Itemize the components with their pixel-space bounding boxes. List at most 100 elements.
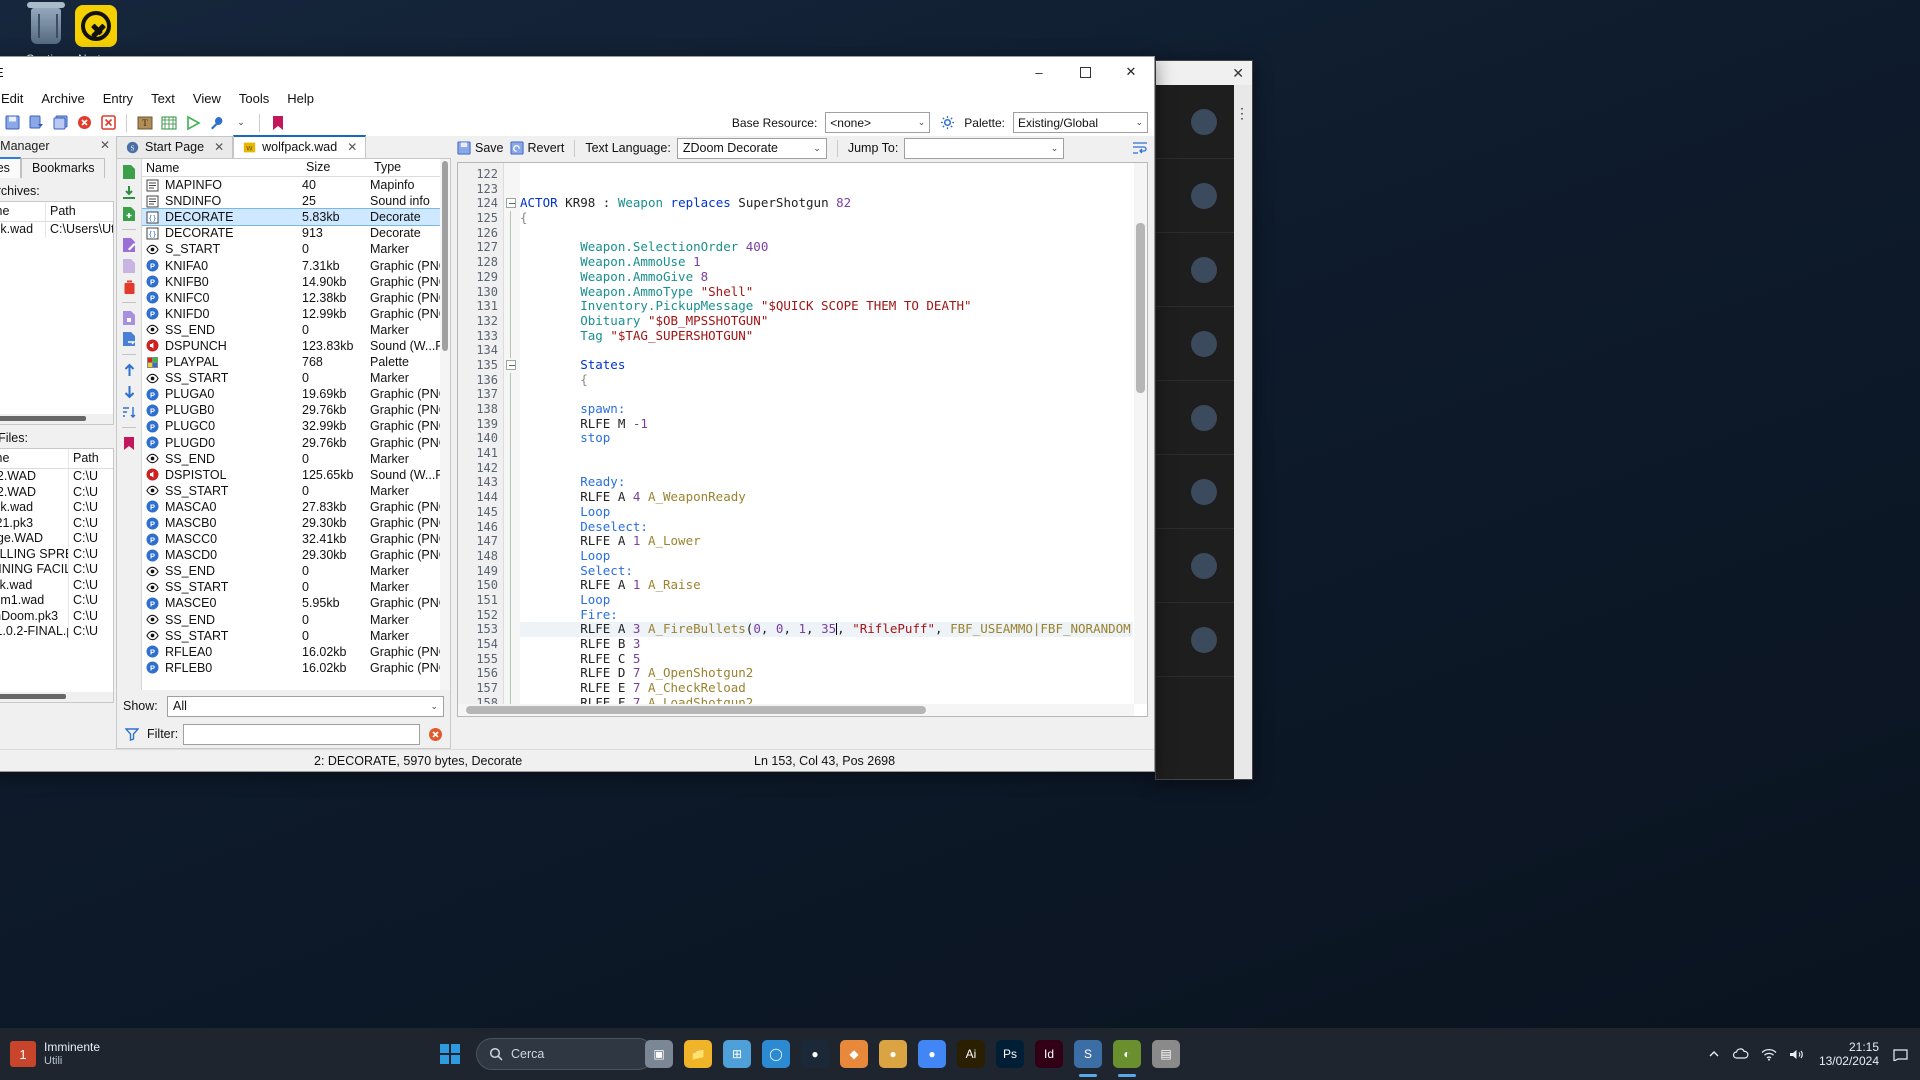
slade-window[interactable]: SLADE – ✕ File Edit Archive Entry Text V…	[0, 56, 1155, 772]
code-line[interactable]: Loop	[520, 548, 1133, 564]
table-row[interactable]: P PLUGB0 29.76kb Graphic (PNG)	[142, 402, 440, 418]
import-file-icon[interactable]	[120, 309, 138, 327]
table-row[interactable]: P KNIFC0 12.38kb Graphic (PNG)	[142, 290, 440, 306]
list-item[interactable]: wolfpack.wad C:\U	[0, 500, 113, 516]
list-item[interactable]: wolfpack.wad C:\Users\Utente\Desk	[0, 222, 113, 238]
fold-marker[interactable]	[504, 372, 520, 388]
fold-marker[interactable]	[504, 460, 520, 476]
code-line[interactable]: Loop	[520, 504, 1133, 520]
maximize-button[interactable]	[1062, 57, 1108, 87]
tab-archives[interactable]: Archives	[0, 157, 21, 178]
notification-badge[interactable]: 1	[10, 1041, 36, 1067]
sort-icon[interactable]	[120, 403, 138, 421]
table-row[interactable]: P MASCA0 27.83kb Graphic (PNG)	[142, 499, 440, 515]
fold-marker[interactable]	[504, 328, 520, 344]
fold-marker[interactable]	[504, 666, 520, 682]
code-line[interactable]: RLFE C 5	[520, 651, 1133, 667]
table-row[interactable]: P MASCD0 29.30kb Graphic (PNG)	[142, 547, 440, 563]
kebab-menu-icon[interactable]: ⋮	[1235, 105, 1249, 122]
column-header-type[interactable]: Type	[370, 159, 440, 176]
list-item[interactable]: freedoom1.wad C:\U	[0, 593, 113, 609]
table-row[interactable]: P MASCB0 29.30kb Graphic (PNG)	[142, 515, 440, 531]
tab-wolfpack-wad[interactable]: W wolfpack.wad ✕	[233, 135, 367, 158]
fold-marker[interactable]	[504, 358, 520, 373]
table-row[interactable]: MAPINFO 40 Mapinfo	[142, 177, 440, 193]
tab-bookmarks[interactable]: Bookmarks	[20, 158, 106, 178]
code-line[interactable]: {	[520, 372, 1133, 388]
fold-marker[interactable]	[504, 578, 520, 593]
editor-horizontal-scrollbar[interactable]	[458, 704, 1134, 716]
code-line[interactable]	[520, 387, 1133, 402]
fold-marker[interactable]	[504, 225, 520, 241]
new-entry-icon[interactable]	[120, 163, 138, 181]
code-line[interactable]: RLFE D 7 A_OpenShotgun2	[520, 666, 1133, 681]
delete-entry-icon[interactable]	[120, 278, 138, 296]
list-item[interactable]: UAC MINING FACILITY.WAD C:\U	[0, 562, 113, 578]
code-line[interactable]: RLFE A 4 A_WeaponReady	[520, 489, 1133, 505]
save-icon[interactable]	[1, 112, 23, 134]
chrome-icon[interactable]: ●	[918, 1040, 946, 1068]
cloud-icon[interactable]	[1732, 1048, 1749, 1060]
table-row[interactable]: P RFLEA0 16.02kb Graphic (PNG)	[142, 644, 440, 660]
fold-marker[interactable]	[504, 651, 520, 667]
code-line[interactable]: Select:	[520, 563, 1133, 579]
edge-icon[interactable]: ◯	[762, 1040, 790, 1068]
table-row[interactable]: SS_END 0 Marker	[142, 322, 440, 338]
recent-files-list[interactable]: Filename Path DOOM2.WAD C:\U DOOM2.WAD C:\U…	[0, 448, 114, 703]
code-line[interactable]: stop	[520, 431, 1133, 446]
fold-marker[interactable]	[504, 548, 520, 564]
background-window[interactable]: ✕ ⋮	[1155, 60, 1253, 780]
entry-table[interactable]: Name Size Type MAPINFO 40 Mapinfo SNDINFO 25…	[142, 159, 440, 690]
fold-marker[interactable]	[504, 343, 520, 358]
action-center-icon[interactable]	[1893, 1047, 1908, 1061]
fold-marker[interactable]	[504, 681, 520, 696]
menu-text[interactable]: Text	[142, 89, 184, 108]
code-line[interactable]	[520, 461, 1133, 476]
code-line[interactable]: RLFE E 7 A_CheckReload	[520, 680, 1133, 696]
clear-filter-icon[interactable]	[426, 725, 444, 743]
windows-start-icon[interactable]	[430, 1034, 470, 1074]
list-item[interactable]: PB3Zv1.0.2-FINAL.pk3 C:\U	[0, 624, 113, 640]
fold-marker[interactable]	[504, 387, 520, 402]
minimize-button[interactable]: –	[1016, 57, 1062, 87]
bookmark-icon[interactable]	[267, 112, 289, 134]
base-resource-select[interactable]: <none> ⌄	[825, 112, 931, 133]
close-archive-icon[interactable]	[73, 112, 95, 134]
code-line[interactable]: RLFE B 3	[520, 636, 1133, 652]
move-up-icon[interactable]	[120, 361, 138, 379]
new-entry-from-file-icon[interactable]	[120, 205, 138, 223]
fold-marker[interactable]	[504, 563, 520, 579]
table-row[interactable]: P KNIFB0 14.90kb Graphic (PNG)	[142, 274, 440, 290]
rename-entry-icon[interactable]	[120, 236, 138, 254]
open-archives-list[interactable]: Filename Path wolfpack.wad C:\Users\Uten…	[0, 201, 114, 425]
show-select[interactable]: All ⌄	[167, 695, 444, 717]
bookmark-icon[interactable]	[120, 434, 138, 452]
table-row[interactable]: SS_START 0 Marker	[142, 370, 440, 386]
fold-marker[interactable]	[504, 534, 520, 549]
table-row[interactable]: DSPUNCH 123.83kb Sound (W...Format)	[142, 338, 440, 354]
fold-marker[interactable]	[504, 313, 520, 329]
code-line[interactable]: Fire:	[520, 607, 1133, 623]
fold-marker[interactable]	[504, 182, 520, 197]
fold-marker[interactable]	[504, 607, 520, 623]
menu-entry[interactable]: Entry	[94, 89, 142, 108]
entry-vertical-scrollbar[interactable]	[440, 159, 450, 690]
circle-app-icon[interactable]: ●	[879, 1040, 907, 1068]
preferences-wrench-icon[interactable]	[206, 112, 228, 134]
table-row[interactable]: P PLUGC0 32.99kb Graphic (PNG)	[142, 418, 440, 434]
import-entry-icon[interactable]	[120, 184, 138, 202]
table-row[interactable]: {} DECORATE 913 Decorate	[142, 225, 440, 241]
table-row[interactable]: P PLUGA0 19.69kb Graphic (PNG)	[142, 386, 440, 402]
column-header-name[interactable]: Name	[142, 159, 302, 176]
fold-marker[interactable]	[504, 196, 520, 211]
code-fold-column[interactable]	[504, 163, 520, 716]
close-icon[interactable]: ✕	[347, 140, 357, 154]
horizontal-scrollbar[interactable]	[0, 692, 113, 702]
table-row[interactable]: PLAYPAL 768 Palette	[142, 354, 440, 370]
filter-input[interactable]	[183, 723, 420, 745]
table-row[interactable]: SS_START 0 Marker	[142, 483, 440, 499]
table-row[interactable]: P MASCC0 32.41kb Graphic (PNG)	[142, 531, 440, 547]
map-editor-icon[interactable]	[158, 112, 180, 134]
fold-marker[interactable]	[504, 446, 520, 461]
run-icon[interactable]	[182, 112, 204, 134]
